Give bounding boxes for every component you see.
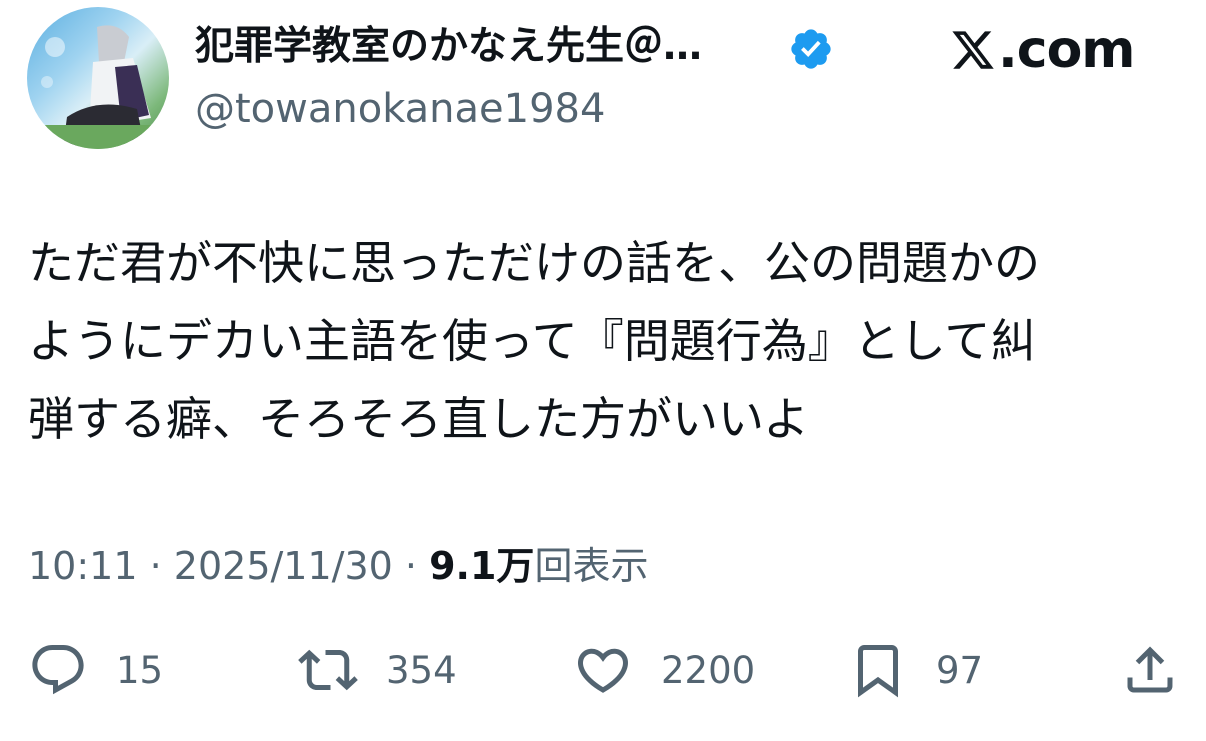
reply-count: 15 (116, 648, 164, 692)
like-count: 2200 (661, 648, 756, 692)
bookmark-count: 97 (936, 648, 984, 692)
tweet-line: 弾する癖、そろそろ直した方がいいよ (28, 392, 810, 446)
tweet-line: ただ君が不快に思っただけの話を、公の問題かの (28, 236, 1040, 290)
tweet-meta: 10:11 · 2025/11/30 · 9.1万回表示 (28, 536, 648, 596)
reply-icon (32, 645, 84, 695)
brand-logo: .com (950, 20, 1135, 80)
action-bar: 15 354 2200 97 (0, 632, 1206, 708)
meta-separator: · (149, 544, 162, 588)
tweet-date[interactable]: 2025/11/30 (174, 544, 393, 588)
repost-icon (298, 649, 358, 691)
share-icon (1127, 646, 1173, 693)
repost-count: 354 (386, 648, 457, 692)
tweet-time[interactable]: 10:11 (28, 544, 138, 588)
reply-button[interactable]: 15 (28, 632, 163, 708)
author-handle[interactable]: @towanokanae1984 (195, 82, 605, 136)
x-logo-icon (952, 31, 994, 69)
display-name[interactable]: 犯罪学教室のかなえ先生＠… (195, 22, 702, 72)
tweet-line: ようにデカい主語を使って『問題行為』として糾 (28, 314, 1037, 368)
brand-domain: .com (998, 20, 1135, 80)
like-button[interactable]: 2200 (573, 632, 755, 708)
views-label: 回表示 (534, 544, 649, 588)
tweet-body: ただ君が不快に思っただけの話を、公の問題かの ようにデカい主語を使って『問題行為… (28, 224, 1158, 458)
repost-button[interactable]: 354 (298, 632, 457, 708)
share-button[interactable] (1120, 632, 1180, 708)
bookmark-icon (858, 645, 898, 698)
meta-separator: · (404, 544, 418, 588)
heart-icon (577, 648, 629, 693)
bookmark-button[interactable]: 97 (848, 632, 983, 708)
verified-badge-icon (791, 29, 831, 69)
avatar[interactable] (27, 7, 169, 149)
views-count: 9.1万 (429, 544, 535, 588)
avatar-illustration (27, 25, 169, 149)
